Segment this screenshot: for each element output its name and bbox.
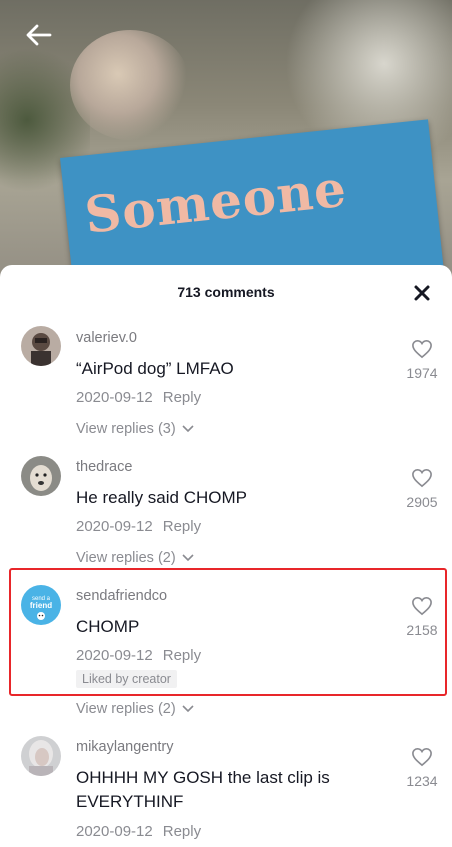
comment-meta: 2020-09-12 Reply	[76, 389, 201, 406]
user-avatar-icon	[21, 326, 61, 366]
comment-username[interactable]: valeriev.0	[76, 330, 137, 346]
like-count: 1974	[406, 365, 438, 381]
like-count: 2905	[406, 494, 438, 510]
comments-header: 713 comments	[0, 265, 452, 320]
comment-text: “AirPod dog” LMFAO	[76, 359, 234, 378]
liked-by-creator-badge: Liked by creator	[76, 670, 177, 688]
like-count: 1234	[406, 773, 438, 789]
comment-text: OHHHH MY GOSH the last clip is EVERYTHIN…	[76, 768, 330, 811]
comment-username[interactable]: sendafriendco	[76, 588, 167, 604]
view-replies-button[interactable]: View replies (2)	[76, 701, 194, 717]
reply-button[interactable]: Reply	[163, 518, 201, 535]
chevron-down-icon	[182, 425, 194, 433]
comment-date: 2020-09-12	[76, 389, 153, 406]
comment-count: 713 comments	[177, 284, 275, 300]
comment-meta: 2020-09-12 Reply	[76, 647, 201, 664]
comment-username[interactable]: mikaylangentry	[76, 739, 174, 755]
comment-meta: 2020-09-12 Reply	[76, 823, 201, 840]
comment-meta: 2020-09-12 Reply	[76, 518, 201, 535]
comment-date: 2020-09-12	[76, 518, 153, 535]
comment-text: CHOMP	[76, 617, 140, 636]
close-button[interactable]	[410, 281, 434, 305]
like-count: 2158	[406, 622, 438, 638]
comment-date: 2020-09-12	[76, 823, 153, 840]
heart-icon	[412, 596, 432, 616]
comment-date: 2020-09-12	[76, 647, 153, 664]
like-button[interactable]: 2158	[400, 596, 444, 638]
video-background: Someone	[0, 0, 452, 300]
avatar[interactable]	[21, 326, 61, 366]
view-replies-button[interactable]: View replies (3)	[76, 421, 194, 437]
reply-button[interactable]: Reply	[163, 647, 201, 664]
heart-icon	[412, 339, 432, 359]
close-icon	[414, 285, 430, 301]
heart-icon	[412, 747, 432, 767]
avatar[interactable]	[21, 736, 61, 776]
svg-text:friend: friend	[30, 601, 52, 610]
user-avatar-icon	[21, 456, 61, 496]
comment-username[interactable]: thedrace	[76, 459, 132, 475]
back-arrow-icon	[26, 24, 52, 46]
avatar[interactable]	[21, 456, 61, 496]
reply-button[interactable]: Reply	[163, 389, 201, 406]
view-replies-label: View replies (2)	[76, 701, 176, 717]
user-avatar-icon	[21, 736, 61, 776]
view-replies-label: View replies (3)	[76, 421, 176, 437]
like-button[interactable]: 1234	[400, 747, 444, 789]
brand-avatar-icon: send a friend	[21, 585, 61, 625]
heart-icon	[412, 468, 432, 488]
comment-text: He really said CHOMP	[76, 488, 247, 507]
avatar[interactable]: send a friend	[21, 585, 61, 625]
back-button[interactable]	[22, 18, 56, 52]
like-button[interactable]: 1974	[400, 339, 444, 381]
view-replies-button[interactable]: View replies (2)	[76, 550, 194, 566]
reply-button[interactable]: Reply	[163, 823, 201, 840]
like-button[interactable]: 2905	[400, 468, 444, 510]
view-replies-label: View replies (2)	[76, 550, 176, 566]
chevron-down-icon	[182, 705, 194, 713]
chevron-down-icon	[182, 554, 194, 562]
comments-sheet: 713 comments valeriev.0 “AirPod dog” LMF…	[0, 265, 452, 847]
